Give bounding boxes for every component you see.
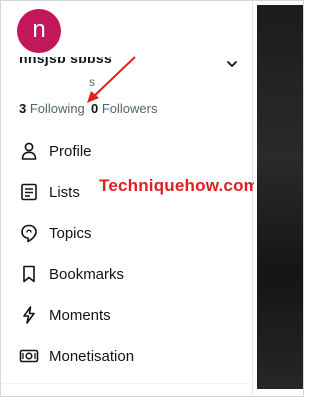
menu-label: Lists: [49, 183, 80, 201]
bookmark-icon: [18, 263, 40, 285]
following-label: Following: [29, 101, 85, 116]
menu-item-bookmarks[interactable]: Bookmarks: [1, 254, 253, 294]
timeline-backdrop[interactable]: [254, 1, 303, 396]
lightning-icon: [18, 304, 40, 326]
menu-label: Topics: [49, 224, 92, 242]
avatar[interactable]: n: [17, 9, 61, 53]
watermark-text: Techniquehow.com: [99, 176, 259, 195]
following-link[interactable]: 3 Following: [19, 101, 85, 116]
drawer-divider: [1, 383, 253, 384]
navigation-drawer: n nnsjsb sbbss s 3 Following 0 Followers…: [1, 1, 259, 396]
menu-label: Profile: [49, 142, 92, 160]
menu-item-monetisation[interactable]: Monetisation: [1, 336, 253, 376]
menu-item-moments[interactable]: Moments: [1, 295, 253, 335]
chevron-down-icon[interactable]: [225, 57, 239, 71]
menu-item-profile[interactable]: Profile: [1, 131, 253, 171]
person-icon: [18, 140, 40, 162]
annotation-arrow: [87, 56, 136, 103]
menu-label: Monetisation: [49, 347, 135, 365]
menu-label: Bookmarks: [49, 265, 125, 283]
money-icon: [18, 345, 40, 367]
background-image: [257, 5, 303, 389]
following-count: 3: [19, 101, 27, 116]
menu-label: Moments: [49, 306, 111, 324]
topic-bubble-icon: [18, 222, 40, 244]
menu-item-topics[interactable]: Topics: [1, 213, 253, 253]
list-icon: [18, 181, 40, 203]
